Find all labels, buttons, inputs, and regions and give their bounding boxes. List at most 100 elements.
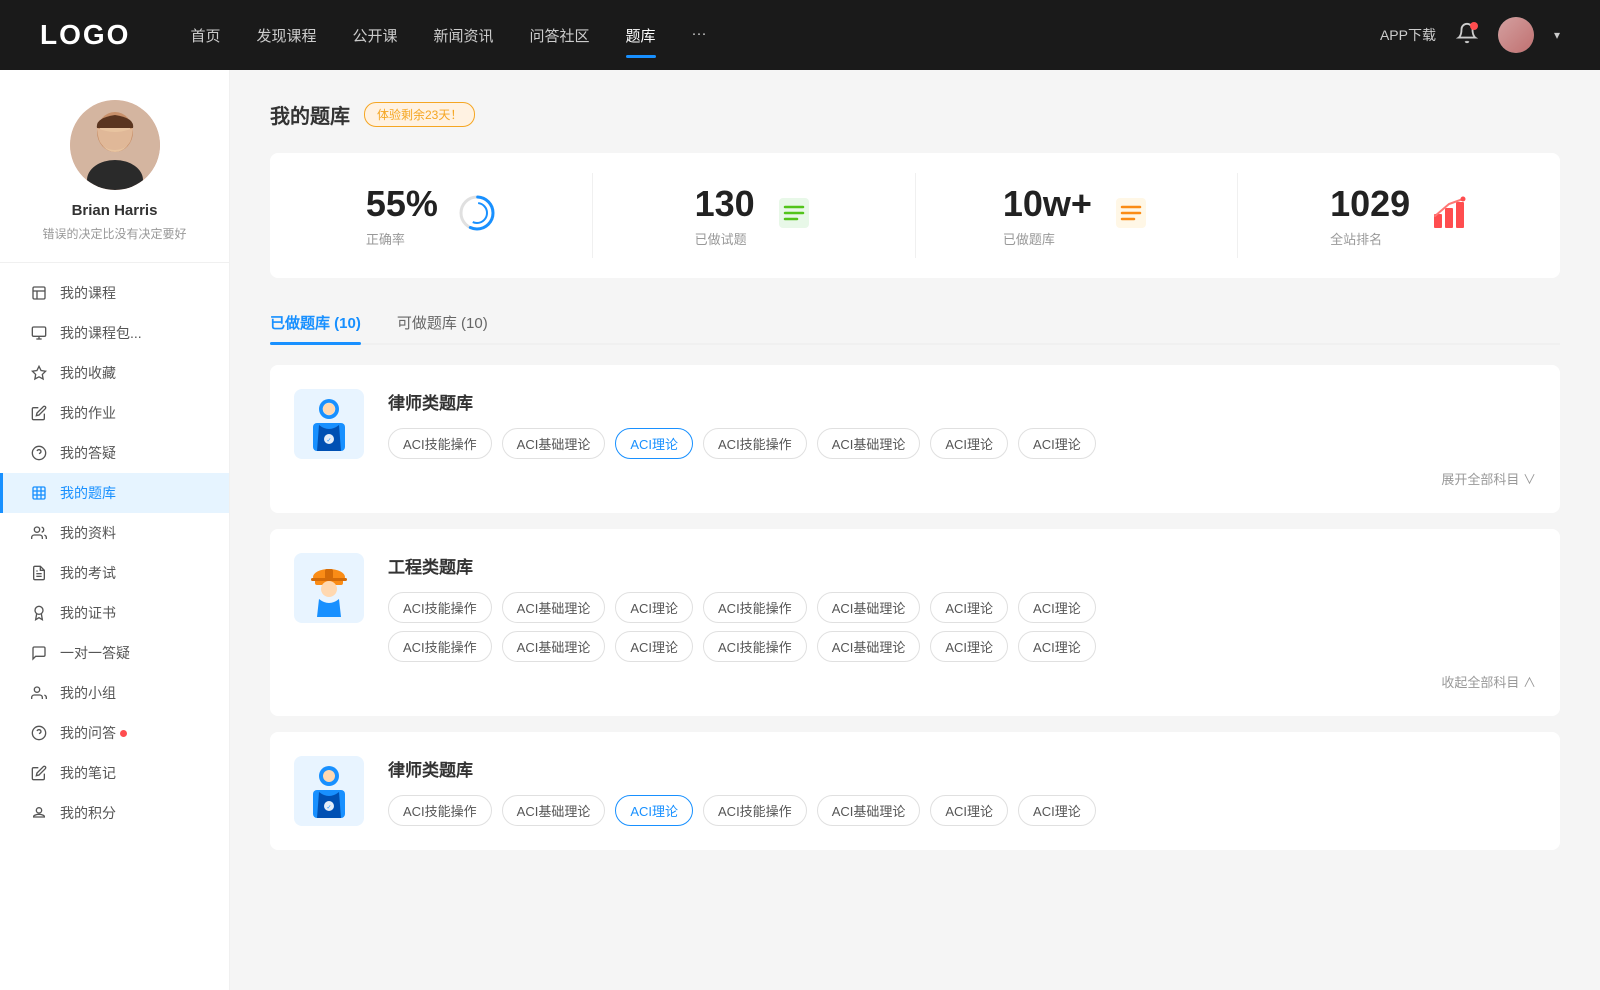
course-icon (30, 284, 48, 302)
tutoring-icon (30, 644, 48, 662)
stat-done-banks-value: 10w+ (1003, 183, 1092, 225)
sidebar-label-favorites: 我的收藏 (60, 363, 116, 383)
sidebar-item-qa[interactable]: 我的答疑 (0, 433, 229, 473)
app-download-button[interactable]: APP下载 (1380, 25, 1436, 45)
bank-card-tags-lawyer-2: ACI技能操作 ACI基础理论 ACI理论 ACI技能操作 ACI基础理论 AC… (388, 795, 1536, 826)
sidebar-item-homework[interactable]: 我的作业 (0, 393, 229, 433)
sidebar-label-bank: 我的题库 (60, 483, 116, 503)
page-header: 我的题库 体验剩余23天！ (270, 100, 1560, 129)
tag-6[interactable]: ACI理论 (1018, 428, 1096, 459)
sidebar-item-exam[interactable]: 我的考试 (0, 553, 229, 593)
eng-tag-r2-0[interactable]: ACI技能操作 (388, 631, 492, 662)
nav-home[interactable]: 首页 (190, 21, 220, 50)
nav-news[interactable]: 新闻资讯 (434, 21, 494, 50)
bank-card-title-lawyer-2: 律师类题库 (388, 756, 1536, 781)
user-menu-chevron[interactable]: ▾ (1554, 28, 1560, 42)
tag-3[interactable]: ACI技能操作 (703, 428, 807, 459)
eng-tag-2[interactable]: ACI理论 (615, 592, 693, 623)
sidebar-profile: Brian Harris 错误的决定比没有决定要好 (0, 100, 229, 263)
sidebar-label-tutoring: 一对一答疑 (60, 643, 130, 663)
stat-done-questions-label: 已做试题 (695, 229, 765, 248)
nav-qa[interactable]: 问答社区 (530, 21, 590, 50)
nav-more[interactable]: ··· (692, 21, 707, 50)
course-bundle-icon (30, 324, 48, 342)
collapse-link-engineer[interactable]: 收起全部科目 ∧ (1441, 675, 1536, 690)
bank-card-footer-engineer: 收起全部科目 ∧ (388, 672, 1536, 692)
lawyer-icon: ✓ (303, 395, 355, 453)
tag-5[interactable]: ACI理论 (930, 428, 1008, 459)
sidebar-item-tutoring[interactable]: 一对一答疑 (0, 633, 229, 673)
expand-link-lawyer-1[interactable]: 展开全部科目 ∨ (1441, 472, 1536, 487)
eng-tag-r2-1[interactable]: ACI基础理论 (502, 631, 606, 662)
l2-tag-3[interactable]: ACI技能操作 (703, 795, 807, 826)
sidebar-label-certificate: 我的证书 (60, 603, 116, 623)
stat-done-banks-value-block: 10w+ 已做题库 (1003, 183, 1102, 248)
tag-1[interactable]: ACI基础理论 (502, 428, 606, 459)
bank-card-engineer: 工程类题库 ACI技能操作 ACI基础理论 ACI理论 ACI技能操作 ACI基… (270, 529, 1560, 716)
sidebar-item-questions[interactable]: 我的问答 (0, 713, 229, 753)
stat-ranking-label: 全站排名 (1330, 229, 1420, 248)
tag-4[interactable]: ACI基础理论 (817, 428, 921, 459)
l2-tag-1[interactable]: ACI基础理论 (502, 795, 606, 826)
sidebar-label-course-bundle: 我的课程包... (60, 323, 142, 343)
l2-tag-5[interactable]: ACI理论 (930, 795, 1008, 826)
nav-bank[interactable]: 题库 (626, 21, 656, 50)
stat-done-questions-value: 130 (695, 183, 755, 225)
l2-tag-4[interactable]: ACI基础理论 (817, 795, 921, 826)
bank-card-footer-lawyer-1: 展开全部科目 ∨ (388, 469, 1536, 489)
eng-tag-1[interactable]: ACI基础理论 (502, 592, 606, 623)
sidebar-item-notes[interactable]: 我的笔记 (0, 753, 229, 793)
questions-notification-dot (120, 730, 127, 737)
sidebar-label-homework: 我的作业 (60, 403, 116, 423)
l2-tag-6[interactable]: ACI理论 (1018, 795, 1096, 826)
bank-card-body-engineer: 工程类题库 ACI技能操作 ACI基础理论 ACI理论 ACI技能操作 ACI基… (388, 553, 1536, 692)
sidebar-username: Brian Harris (72, 202, 158, 219)
sidebar: Brian Harris 错误的决定比没有决定要好 我的课程 我的课程包... (0, 70, 230, 990)
eng-tag-5[interactable]: ACI理论 (930, 592, 1008, 623)
tag-0[interactable]: ACI技能操作 (388, 428, 492, 459)
tab-done[interactable]: 已做题库 (10) (270, 302, 361, 343)
eng-tag-r2-5[interactable]: ACI理论 (930, 631, 1008, 662)
eng-tag-3[interactable]: ACI技能操作 (703, 592, 807, 623)
bank-card-tags-engineer-row2: ACI技能操作 ACI基础理论 ACI理论 ACI技能操作 ACI基础理论 AC… (388, 631, 1536, 662)
eng-tag-4[interactable]: ACI基础理论 (817, 592, 921, 623)
eng-tag-0[interactable]: ACI技能操作 (388, 592, 492, 623)
stat-ranking-icon (1430, 194, 1468, 237)
bank-card-tags-lawyer-1: ACI技能操作 ACI基础理论 ACI理论 ACI技能操作 ACI基础理论 AC… (388, 428, 1536, 459)
header-right: APP下载 ▾ (1380, 17, 1560, 53)
notification-bell[interactable] (1456, 22, 1478, 49)
sidebar-item-group[interactable]: 我的小组 (0, 673, 229, 713)
eng-tag-r2-2[interactable]: ACI理论 (615, 631, 693, 662)
l2-tag-0[interactable]: ACI技能操作 (388, 795, 492, 826)
page-title: 我的题库 (270, 100, 350, 129)
tag-2-active[interactable]: ACI理论 (615, 428, 693, 459)
certificate-icon (30, 604, 48, 622)
sidebar-item-favorites[interactable]: 我的收藏 (0, 353, 229, 393)
sidebar-item-bank[interactable]: 我的题库 (0, 473, 229, 513)
sidebar-item-profile[interactable]: 我的资料 (0, 513, 229, 553)
notification-dot (1470, 22, 1478, 30)
sidebar-item-course-bundle[interactable]: 我的课程包... (0, 313, 229, 353)
bank-card-body-lawyer-2: 律师类题库 ACI技能操作 ACI基础理论 ACI理论 ACI技能操作 ACI基… (388, 756, 1536, 826)
nav-open-course[interactable]: 公开课 (352, 21, 397, 50)
eng-tag-r2-6[interactable]: ACI理论 (1018, 631, 1096, 662)
stat-accuracy-value-block: 55% 正确率 (366, 183, 448, 248)
bank-card-title-lawyer-1: 律师类题库 (388, 389, 1536, 414)
nav-discover[interactable]: 发现课程 (256, 21, 316, 50)
eng-tag-r2-4[interactable]: ACI基础理论 (817, 631, 921, 662)
tab-available[interactable]: 可做题库 (10) (397, 302, 488, 343)
sidebar-item-points[interactable]: 我的积分 (0, 793, 229, 833)
eng-tag-r2-3[interactable]: ACI技能操作 (703, 631, 807, 662)
engineer-icon (303, 559, 355, 617)
logo: LOGO (40, 19, 130, 51)
main-nav: 首页 发现课程 公开课 新闻资讯 问答社区 题库 ··· (190, 21, 1380, 50)
sidebar-item-certificate[interactable]: 我的证书 (0, 593, 229, 633)
points-icon (30, 804, 48, 822)
stat-accuracy-label: 正确率 (366, 229, 448, 248)
l2-tag-2-active[interactable]: ACI理论 (615, 795, 693, 826)
sidebar-item-course[interactable]: 我的课程 (0, 273, 229, 313)
bank-card-icon-lawyer-1: ✓ (294, 389, 364, 459)
main-content: 我的题库 体验剩余23天！ 55% 正确率 (230, 70, 1600, 990)
avatar[interactable] (1498, 17, 1534, 53)
eng-tag-6[interactable]: ACI理论 (1018, 592, 1096, 623)
